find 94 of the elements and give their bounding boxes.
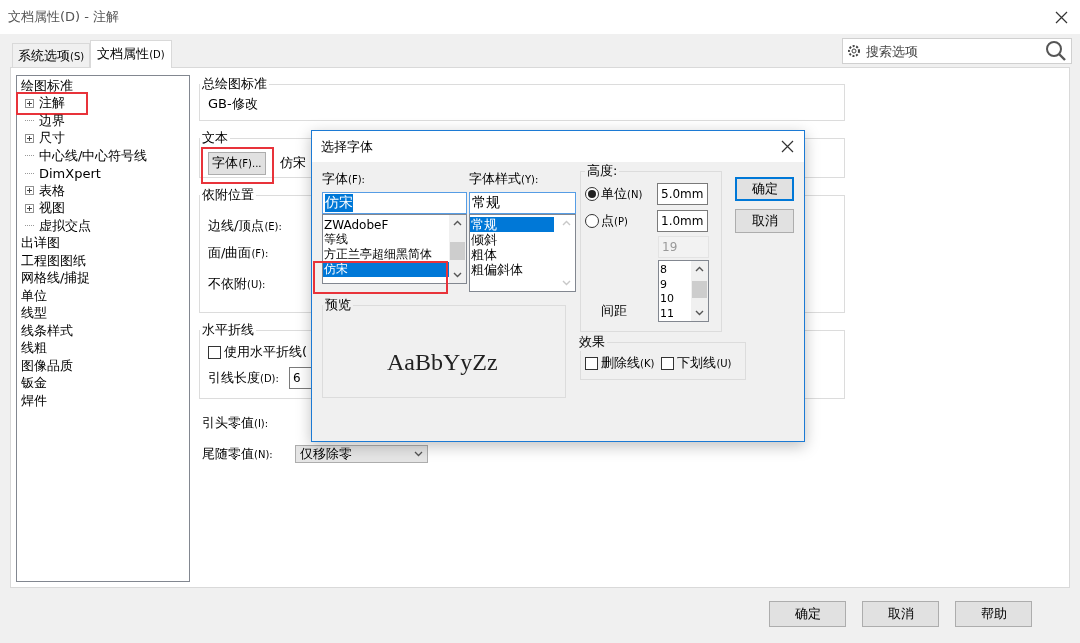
field-label: 面/曲面(F): xyxy=(208,243,269,262)
field-label: 尾随零值(N): xyxy=(202,444,273,463)
radio-label: 点(P) xyxy=(601,211,629,230)
dialog-button[interactable]: 确定 xyxy=(769,601,846,627)
tab[interactable]: 文档属性(D) xyxy=(90,40,172,68)
field-label: 不依附(U): xyxy=(208,274,266,293)
checkbox-label: 使用水平折线( xyxy=(224,343,308,361)
height-field[interactable]: 5.0mm xyxy=(657,182,708,205)
scroll-up-icon[interactable] xyxy=(695,266,704,272)
expand-icon[interactable] xyxy=(25,98,34,108)
expand-icon[interactable] xyxy=(25,133,34,143)
checkbox[interactable] xyxy=(661,356,675,370)
scrollbar[interactable] xyxy=(691,261,708,321)
tree-item[interactable]: 钣金 xyxy=(21,374,47,393)
scroll-thumb[interactable] xyxy=(450,242,465,260)
dialog-button[interactable]: 取消 xyxy=(735,209,794,233)
scrollbar[interactable] xyxy=(449,215,466,283)
font-field[interactable]: 仿宋 xyxy=(322,192,467,214)
expand-icon[interactable] xyxy=(25,186,34,196)
radio-button[interactable] xyxy=(585,213,599,228)
tree-item[interactable]: 表格 xyxy=(39,181,65,200)
tree-item[interactable]: 网格线/捕捉 xyxy=(21,269,91,288)
field-label: 引头零值(I): xyxy=(202,413,269,432)
checkbox[interactable] xyxy=(585,356,598,370)
tree-item[interactable]: 线型 xyxy=(21,304,47,323)
style-field[interactable]: 常规 xyxy=(469,192,576,214)
tree-item[interactable]: 线条样式 xyxy=(21,321,73,340)
spacing-item[interactable]: 9 xyxy=(659,276,691,292)
field-label: 字体(F): xyxy=(322,170,366,188)
search-field[interactable]: 搜索选项 xyxy=(864,42,1042,60)
tree-item[interactable]: 中心线/中心符号线 xyxy=(39,146,148,165)
dialog-title: 选择字体 xyxy=(321,137,373,156)
height-field[interactable]: 1.0mm xyxy=(657,209,708,232)
group-title: 预览 xyxy=(324,296,352,314)
group-title: 依附位置 xyxy=(201,186,255,204)
group-title: 水平折线 xyxy=(201,321,255,339)
radio-button[interactable] xyxy=(585,186,599,201)
tree-item[interactable]: 出详图 xyxy=(21,234,60,253)
spacing-item[interactable]: 8 xyxy=(659,262,691,277)
search-icon[interactable] xyxy=(1045,40,1067,62)
group-title: 效果 xyxy=(578,333,606,351)
font-item[interactable]: ZWAdobeF xyxy=(323,217,449,232)
font-name: 仿宋 xyxy=(280,154,306,172)
search-box[interactable]: 搜索选项 xyxy=(842,38,1072,64)
tree-item[interactable]: 线粗 xyxy=(21,339,47,358)
group-title: 高度: xyxy=(586,162,619,180)
checkbox-label: 下划线(U) xyxy=(677,354,732,372)
preview-sample: AaBbYyZz xyxy=(387,349,498,376)
spacing-item[interactable]: 11 xyxy=(659,306,691,321)
field-label: 边线/顶点(E): xyxy=(208,216,282,235)
checkbox[interactable] xyxy=(208,345,221,359)
tree-item[interactable]: DimXpert xyxy=(39,165,101,181)
expand-icon[interactable] xyxy=(25,203,34,213)
tree-item[interactable]: 图像品质 xyxy=(21,356,73,375)
standard-value: GB-修改 xyxy=(208,96,258,111)
tree-item[interactable]: 边界 xyxy=(39,111,65,130)
close-icon[interactable] xyxy=(1055,10,1068,24)
style-item[interactable]: 粗偏斜体 xyxy=(470,262,554,277)
group-title: 文本 xyxy=(201,129,229,147)
scroll-thumb[interactable] xyxy=(692,281,707,298)
font-button[interactable]: 字体(F)... xyxy=(208,151,266,175)
field-label: 字体样式(Y): xyxy=(469,170,540,188)
scroll-down-icon[interactable] xyxy=(695,310,704,316)
scroll-down-icon[interactable] xyxy=(453,272,462,278)
window-title: 文档属性(D) - 注解 xyxy=(8,8,120,26)
scroll-up-icon[interactable] xyxy=(453,220,462,226)
tree-item[interactable]: 绘图标准 xyxy=(21,76,73,95)
close-icon[interactable] xyxy=(781,140,794,153)
font-item[interactable]: 等线 xyxy=(323,232,449,247)
dialog-button[interactable]: 帮助 xyxy=(955,601,1032,627)
dialog-button[interactable]: 取消 xyxy=(862,601,939,627)
tree-item[interactable]: 工程图图纸 xyxy=(21,251,86,270)
dropdown-caret-icon[interactable] xyxy=(413,450,423,457)
field-label: 间距 xyxy=(601,302,627,320)
group-title: 总绘图标准 xyxy=(201,75,268,93)
style-item[interactable]: 粗体 xyxy=(470,247,554,262)
tree-item[interactable]: 注解 xyxy=(39,94,65,113)
checkbox-label: 删除线(K) xyxy=(601,354,655,372)
radio-label: 单位(N) xyxy=(601,184,644,203)
gear-icon[interactable] xyxy=(847,44,861,58)
style-item[interactable]: 常规 xyxy=(470,217,554,232)
spacing-item[interactable]: 10 xyxy=(659,291,691,307)
tree-item[interactable]: 虚拟交点 xyxy=(39,216,91,235)
tree-item[interactable]: 焊件 xyxy=(21,391,47,410)
style-item[interactable]: 倾斜 xyxy=(470,232,554,247)
tree-item[interactable]: 单位 xyxy=(21,286,47,305)
dialog-button[interactable]: 确定 xyxy=(735,177,794,201)
dropdown[interactable]: 仅移除零 xyxy=(294,444,428,463)
field-label: 引线长度(D): xyxy=(208,369,279,387)
tree-item[interactable]: 尺寸 xyxy=(39,129,65,148)
tab[interactable]: 系统选项(S) xyxy=(12,43,91,67)
points-field: 19 xyxy=(658,236,709,258)
font-item[interactable]: 方正兰亭超细黑简体 xyxy=(323,247,449,262)
tree-item[interactable]: 视图 xyxy=(39,199,65,218)
